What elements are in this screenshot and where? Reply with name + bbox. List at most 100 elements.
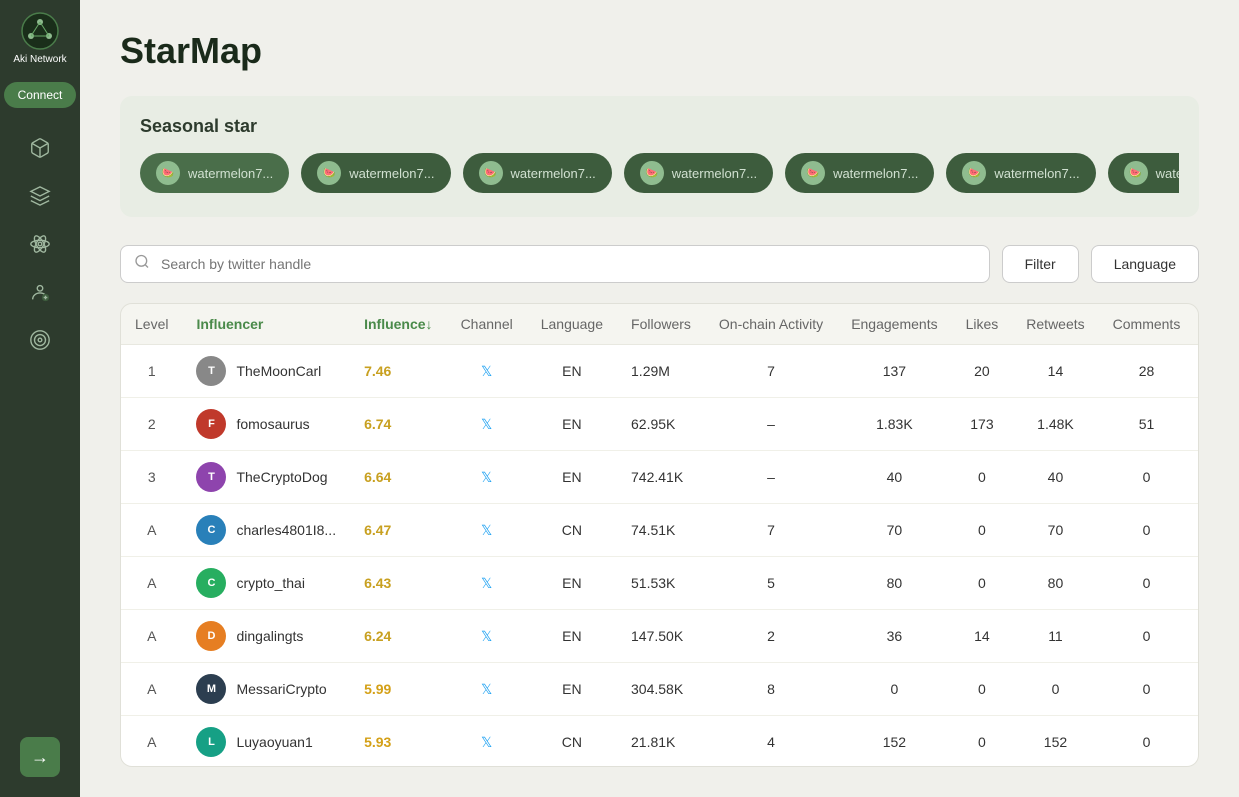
app-logo: Aki Network: [13, 12, 66, 66]
table-row[interactable]: 2 F fomosaurus 6.74 𝕏 EN 62.95K – 1.83K …: [121, 398, 1199, 451]
seasonal-item-label: watermelon7...: [672, 166, 757, 181]
search-wrap: [120, 245, 990, 283]
avatar: M: [196, 674, 226, 704]
influencer-name: fomosaurus: [236, 416, 309, 432]
language-cell: EN: [527, 345, 617, 398]
seasonal-item-label: watermelon7...: [833, 166, 918, 181]
seasonal-item-label: watermelon7...: [994, 166, 1079, 181]
likes-cell: 20: [952, 345, 1013, 398]
search-icon: [134, 254, 150, 275]
language-cell: EN: [527, 398, 617, 451]
table-row[interactable]: A M MessariCrypto 5.99 𝕏 EN 304.58K 8 0 …: [121, 663, 1199, 716]
language-cell: EN: [527, 610, 617, 663]
table-col-header: Likes: [952, 304, 1013, 345]
table-row[interactable]: 1 T TheMoonCarl 7.46 𝕏 EN 1.29M 7 137 20…: [121, 345, 1199, 398]
seasonal-avatar: 🍉: [801, 161, 825, 185]
influencer-cell: L Luyaoyuan1: [182, 716, 350, 768]
seasonal-item-label: watermelon7...: [349, 166, 434, 181]
retweets-cell: 80: [1012, 557, 1098, 610]
twitter-icon: 𝕏: [481, 575, 492, 591]
retweets-cell: 40: [1012, 451, 1098, 504]
engagements-cell: 80: [837, 557, 951, 610]
engagements-cell: 1.83K: [837, 398, 951, 451]
retweets-cell: 11: [1012, 610, 1098, 663]
seasonal-list: 🍉 watermelon7...🍉 watermelon7...🍉 waterm…: [140, 153, 1179, 193]
onchain-cell: –: [705, 451, 837, 504]
table-col-header: Quote-: [1194, 304, 1199, 345]
table-row[interactable]: A C crypto_thai 6.43 𝕏 EN 51.53K 5 80 0 …: [121, 557, 1199, 610]
table-col-header: Language: [527, 304, 617, 345]
engagements-cell: 40: [837, 451, 951, 504]
connect-button[interactable]: Connect: [4, 82, 77, 108]
likes-cell: 14: [952, 610, 1013, 663]
influence-cell: 6.43: [350, 557, 446, 610]
target-icon[interactable]: [20, 320, 60, 360]
retweets-cell: 0: [1012, 663, 1098, 716]
table-col-header: Comments: [1099, 304, 1195, 345]
likes-cell: 0: [952, 557, 1013, 610]
table-row[interactable]: 3 T TheCryptoDog 6.64 𝕏 EN 742.41K – 40 …: [121, 451, 1199, 504]
table-col-header: Influence↓: [350, 304, 446, 345]
onchain-cell: 8: [705, 663, 837, 716]
table-body: 1 T TheMoonCarl 7.46 𝕏 EN 1.29M 7 137 20…: [121, 345, 1199, 768]
avatar: T: [196, 462, 226, 492]
seasonal-item[interactable]: 🍉 watermelon7...: [301, 153, 450, 193]
search-input[interactable]: [120, 245, 990, 283]
table-row[interactable]: A D dingalingts 6.24 𝕏 EN 147.50K 2 36 1…: [121, 610, 1199, 663]
avatar: D: [196, 621, 226, 651]
language-cell: CN: [527, 504, 617, 557]
expand-button[interactable]: →: [20, 737, 60, 777]
onchain-cell: 4: [705, 716, 837, 768]
app-name: Aki Network: [13, 54, 66, 66]
atom-icon[interactable]: [20, 224, 60, 264]
followers-cell: 147.50K: [617, 610, 705, 663]
channel-cell: 𝕏: [447, 610, 527, 663]
influence-cell: 6.64: [350, 451, 446, 504]
influencer-table: LevelInfluencerInfluence↓ChannelLanguage…: [120, 303, 1199, 767]
influencer-name: MessariCrypto: [236, 681, 326, 697]
seasonal-item-label: watermelon7...: [188, 166, 273, 181]
seasonal-item[interactable]: 🍉 watermelon7...: [624, 153, 773, 193]
language-button[interactable]: Language: [1091, 245, 1199, 283]
language-cell: EN: [527, 451, 617, 504]
cube-icon[interactable]: [20, 128, 60, 168]
layers-icon[interactable]: [20, 176, 60, 216]
level-cell: 1: [121, 345, 182, 398]
seasonal-item[interactable]: 🍉 watermelon7...: [946, 153, 1095, 193]
controls-row: Filter Language: [120, 245, 1199, 283]
channel-cell: 𝕏: [447, 557, 527, 610]
quote-cell: [1194, 610, 1199, 663]
influencer-name: crypto_thai: [236, 575, 304, 591]
influencer-name: TheCryptoDog: [236, 469, 327, 485]
seasonal-item[interactable]: 🍉 watermelon7...: [785, 153, 934, 193]
influence-cell: 6.24: [350, 610, 446, 663]
quote-cell: [1194, 398, 1199, 451]
twitter-icon: 𝕏: [481, 416, 492, 432]
table-row[interactable]: A C charles4801I8... 6.47 𝕏 CN 74.51K 7 …: [121, 504, 1199, 557]
onchain-cell: 2: [705, 610, 837, 663]
engagements-cell: 36: [837, 610, 951, 663]
avatar: C: [196, 568, 226, 598]
retweets-cell: 152: [1012, 716, 1098, 768]
person-icon[interactable]: [20, 272, 60, 312]
onchain-cell: 7: [705, 345, 837, 398]
level-cell: A: [121, 557, 182, 610]
influencer-name: TheMoonCarl: [236, 363, 321, 379]
followers-cell: 1.29M: [617, 345, 705, 398]
seasonal-item[interactable]: 🍉 watermelon7...: [1108, 153, 1179, 193]
table-row[interactable]: A L Luyaoyuan1 5.93 𝕏 CN 21.81K 4 152 0 …: [121, 716, 1199, 768]
influencer-cell: F fomosaurus: [182, 398, 350, 451]
table-header: LevelInfluencerInfluence↓ChannelLanguage…: [121, 304, 1199, 345]
comments-cell: 0: [1099, 716, 1195, 768]
seasonal-avatar: 🍉: [640, 161, 664, 185]
seasonal-item-label: watermelon7...: [511, 166, 596, 181]
filter-button[interactable]: Filter: [1002, 245, 1079, 283]
seasonal-item[interactable]: 🍉 watermelon7...: [463, 153, 612, 193]
comments-cell: 51: [1099, 398, 1195, 451]
seasonal-item[interactable]: 🍉 watermelon7...: [140, 153, 289, 193]
level-cell: 3: [121, 451, 182, 504]
influencer-name: Luyaoyuan1: [236, 734, 312, 750]
seasonal-title: Seasonal star: [140, 116, 1179, 137]
twitter-icon: 𝕏: [481, 363, 492, 379]
seasonal-avatar: 🍉: [962, 161, 986, 185]
